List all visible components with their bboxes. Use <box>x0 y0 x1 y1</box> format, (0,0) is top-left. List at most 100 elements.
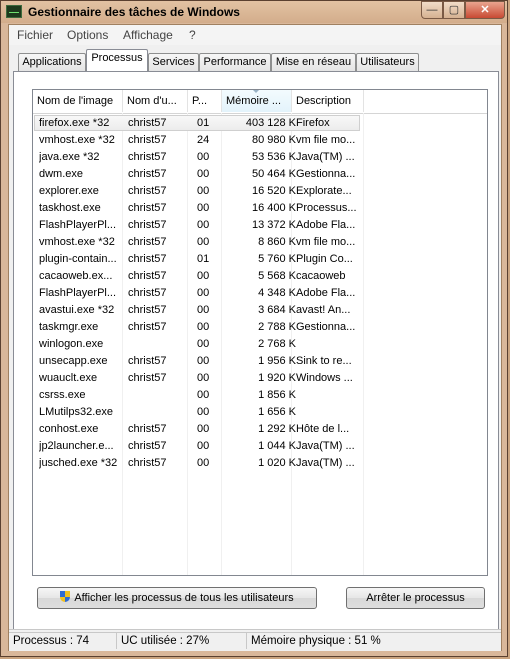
end-process-button[interactable]: Arrêter le processus <box>346 587 485 609</box>
process-user-name <box>128 406 186 420</box>
tab-applications[interactable]: Applications <box>18 53 86 71</box>
process-image-name: explorer.exe <box>39 185 99 197</box>
process-memory: 16 520 K <box>251 185 296 197</box>
menu-options[interactable]: Options <box>67 28 108 42</box>
process-user-name: christ57 <box>128 304 167 316</box>
process-description: Processus... <box>296 202 357 214</box>
process-row[interactable]: avastui.exe *32 christ57 00 3 684 Kavast! A… <box>33 302 487 319</box>
sort-arrow-icon <box>252 90 260 93</box>
menu-help[interactable]: ? <box>189 28 196 42</box>
status-memory: Mémoire physique : 51 % <box>246 632 501 649</box>
process-memory: 1 020 K <box>258 457 296 469</box>
process-user-name: christ57 <box>128 423 167 435</box>
process-image-name: wuauclt.exe <box>39 372 98 384</box>
process-memory: 1 856 K <box>258 389 296 401</box>
close-button[interactable]: ✕ <box>465 1 505 19</box>
tab-services[interactable]: Services <box>148 53 199 71</box>
process-row[interactable]: firefox.exe *32 christ57 01 403 128 K Firefo… <box>33 115 487 132</box>
status-cpu: UC utilisée : 27% <box>116 632 246 649</box>
process-row[interactable]: wuauclt.exe christ57 00 1 920 K Windows ... <box>33 370 487 387</box>
show-all-processes-button[interactable]: Afficher les processus de tous les utili… <box>37 587 317 609</box>
process-row[interactable]: explorer.exe christ57 00 16 520 K Explorate.… <box>33 183 487 200</box>
process-row[interactable]: jusched.exe *32 christ57 00 1 020 K Java(TM)… <box>33 455 487 472</box>
process-image-name: firefox.exe *32 <box>39 117 110 129</box>
tab-mise-en-reseau[interactable]: Mise en réseau <box>271 53 356 71</box>
menu-fichier[interactable]: Fichier <box>17 28 53 42</box>
process-description: Gestionna... <box>296 168 356 180</box>
column-cpu[interactable]: P... <box>188 90 222 112</box>
process-cpu: 00 <box>197 168 210 180</box>
process-memory: 1 292 K <box>258 423 296 435</box>
process-image-name: jusched.exe *32 <box>39 457 118 469</box>
process-description: Java(TM) ... <box>296 457 355 469</box>
process-row[interactable]: cacaoweb.ex... christ57 00 5 568 Kcacaoweb <box>33 268 487 285</box>
process-cpu: 00 <box>197 457 210 469</box>
process-user-name <box>128 338 186 352</box>
task-manager-icon <box>6 5 22 18</box>
title-bar[interactable]: Gestionnaire des tâches de Windows — ▢ ✕ <box>1 1 507 23</box>
process-description: Gestionna... <box>296 321 356 333</box>
process-row[interactable]: dwm.exe christ57 00 50 464 K Gestionna... <box>33 166 487 183</box>
process-row[interactable]: java.exe *32 christ57 00 53 536 K Java(TM) .… <box>33 149 487 166</box>
process-row[interactable]: winlogon.exe 00 2 768 K <box>33 336 487 353</box>
process-memory: 1 920 K <box>258 372 296 384</box>
menu-affichage[interactable]: Affichage <box>123 28 173 42</box>
process-row[interactable]: vmhost.exe *32 christ57 24 80 980 Kvm file … <box>33 132 487 149</box>
process-memory: 16 400 K <box>251 202 296 214</box>
process-list[interactable]: Nom de l'image Nom d'u... P... Mémoire .… <box>32 89 488 576</box>
shield-icon <box>60 591 71 603</box>
process-user-name: christ57 <box>128 236 167 248</box>
column-description[interactable]: Description <box>292 90 364 112</box>
process-memory: 1 956 K <box>258 355 296 367</box>
process-user-name: christ57 <box>128 202 167 214</box>
process-description: Java(TM) ... <box>296 151 355 163</box>
process-cpu: 00 <box>197 355 210 367</box>
column-memory[interactable]: Mémoire ... <box>222 90 292 112</box>
tab-performance[interactable]: Performance <box>199 53 271 71</box>
process-image-name: dwm.exe <box>39 168 84 180</box>
process-row[interactable]: FlashPlayerPl... christ57 00 4 348 K Adobe F… <box>33 285 487 302</box>
process-memory: 50 464 K <box>251 168 296 180</box>
process-description: Firefox <box>296 117 330 129</box>
process-row[interactable]: unsecapp.exe christ57 00 1 956 K Sink to re.… <box>33 353 487 370</box>
process-cpu: 00 <box>197 423 210 435</box>
process-row[interactable]: vmhost.exe *32 christ57 00 8 860 Kvm file m… <box>33 234 487 251</box>
process-description <box>296 406 361 420</box>
process-user-name: christ57 <box>128 321 167 333</box>
process-row[interactable]: conhost.exe christ57 00 1 292 K Hôte de l... <box>33 421 487 438</box>
process-memory: 403 128 K <box>245 117 296 129</box>
process-description: Sink to re... <box>296 355 352 367</box>
minimize-button[interactable]: — <box>421 1 443 19</box>
column-image-name[interactable]: Nom de l'image <box>33 90 123 112</box>
window-title: Gestionnaire des tâches de Windows <box>28 5 240 19</box>
process-image-name: taskhost.exe <box>39 202 101 214</box>
process-memory: 13 372 K <box>251 219 296 231</box>
process-row[interactable]: LMutilps32.exe 00 1 656 K <box>33 404 487 421</box>
process-row[interactable]: jp2launcher.e... christ57 00 1 044 K Java(TM… <box>33 438 487 455</box>
process-row[interactable]: taskmgr.exe christ57 00 2 788 K Gestionna... <box>33 319 487 336</box>
tab-processus[interactable]: Processus <box>86 49 148 71</box>
process-description: vm file mo... <box>296 236 356 248</box>
process-row[interactable]: csrss.exe 00 1 856 K <box>33 387 487 404</box>
process-memory: 5 568 K <box>258 270 296 282</box>
process-row[interactable]: taskhost.exe christ57 00 16 400 K Processus.… <box>33 200 487 217</box>
process-image-name: vmhost.exe *32 <box>39 236 115 248</box>
process-memory: 4 348 K <box>258 287 296 299</box>
process-cpu: 00 <box>197 202 210 214</box>
process-row[interactable]: FlashPlayerPl... christ57 00 13 372 K Adobe … <box>33 217 487 234</box>
process-description: Plugin Co... <box>296 253 353 265</box>
process-description: Hôte de l... <box>296 423 350 435</box>
process-image-name: winlogon.exe <box>39 338 104 350</box>
process-row[interactable]: plugin-contain... christ57 01 5 760 K Plugin… <box>33 251 487 268</box>
tab-utilisateurs[interactable]: Utilisateurs <box>356 53 419 71</box>
maximize-button[interactable]: ▢ <box>443 1 465 19</box>
column-user-name[interactable]: Nom d'u... <box>123 90 188 112</box>
process-memory: 8 860 K <box>258 236 296 248</box>
process-user-name: christ57 <box>128 219 167 231</box>
task-manager-window: Gestionnaire des tâches de Windows — ▢ ✕… <box>0 0 508 657</box>
process-image-name: conhost.exe <box>39 423 99 435</box>
process-user-name: christ57 <box>128 355 167 367</box>
process-cpu: 00 <box>197 389 210 401</box>
processes-panel: Nom de l'image Nom d'u... P... Mémoire .… <box>13 71 499 645</box>
process-cpu: 01 <box>197 117 210 129</box>
